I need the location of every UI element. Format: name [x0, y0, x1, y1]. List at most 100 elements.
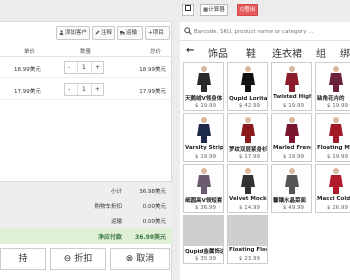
increment-button[interactable]: + — [95, 64, 100, 72]
cart-row[interactable]: 18.99美元 - 1 + 18.99美元 — [0, 57, 172, 78]
net-payable-value: 36.98美元 — [135, 234, 166, 241]
product-card[interactable]: 馨镶水晶菜面 $ 49.99 — [271, 164, 312, 213]
product-image — [189, 167, 219, 195]
cart-row-total: 17.99美元 — [139, 89, 166, 95]
truck-icon — [120, 31, 125, 35]
product-card[interactable]: 缺角花卉的 $ 19.99 — [315, 62, 350, 111]
quantity-stepper[interactable]: - 1 + — [64, 61, 104, 74]
category-tab[interactable]: 饰品 — [208, 45, 228, 60]
quantity-value[interactable]: 1 — [82, 64, 86, 72]
product-price: $ 36.99 — [195, 205, 216, 211]
product-price: $ 49.99 — [283, 205, 304, 211]
product-image — [321, 167, 350, 195]
cart-row-price: 18.99美元 — [14, 67, 41, 73]
shipping-button[interactable]: 运输 — [117, 26, 143, 40]
product-image — [233, 116, 263, 144]
quantity-stepper[interactable]: - 1 + — [64, 83, 104, 96]
product-image — [277, 116, 307, 144]
product-card[interactable]: 天鹅绒V领身体 $ 19.99 — [183, 62, 224, 111]
shipping-total-label: 运输 — [110, 219, 122, 225]
product-card[interactable]: Velvet Mock Ne $ 14.99 — [227, 164, 268, 213]
product-price: $ 19.99 — [283, 154, 304, 160]
cart-row-price: 17.99美元 — [14, 89, 41, 95]
left-header-bar — [0, 0, 172, 22]
product-card[interactable]: Macci Cold S $ 26.99 — [315, 164, 350, 213]
product-card[interactable]: Floating Floock $ 23.99 — [227, 215, 268, 264]
stepper-divider — [77, 62, 78, 73]
calculator-label: 计算器 — [208, 7, 225, 13]
decrement-button[interactable]: - — [68, 86, 70, 94]
square-icon — [185, 5, 191, 11]
quantity-value[interactable]: 1 — [82, 86, 86, 94]
pos-app: 添加客户 注释 运输 +项目 单价 数量 总价 18.99美元 - 1 + 18… — [0, 0, 350, 280]
product-name: Marled French T — [273, 145, 311, 151]
product-price: $ 19.99 — [327, 154, 348, 160]
hold-button[interactable]: 持 — [0, 248, 46, 270]
search-input[interactable] — [194, 25, 348, 38]
product-card[interactable]: Qupid金属饰边 $ 35.99 — [183, 215, 224, 264]
product-card[interactable]: Varsity Stripe J $ 19.99 — [183, 113, 224, 162]
products-panel: ▦计算器 ⏻登出 ← 饰品 鞋 连衣裙 组 绑 天鹅绒V领身体$ 19.99Qu… — [180, 0, 350, 280]
product-price: $ 19.99 — [327, 103, 348, 109]
logout-label: 登出 — [244, 7, 256, 13]
product-card[interactable]: 细圆高V领短套 $ 36.99 — [183, 164, 224, 213]
product-price: $ 23.99 — [239, 256, 260, 262]
product-image-placeholder — [228, 216, 267, 246]
discount-icon: ⊖ — [63, 254, 72, 264]
product-search — [180, 22, 350, 41]
product-card[interactable]: Qupid Lorita高跟$ 42.99 — [227, 62, 268, 111]
cart-row[interactable]: 17.99美元 - 1 + 17.99美元 — [0, 79, 172, 100]
col-qty-header: 数量 — [80, 49, 92, 55]
note-label: 注释 — [101, 30, 113, 36]
product-card[interactable]: Floating Mo $ 19.99 — [315, 113, 350, 162]
category-tabs: ← 饰品 鞋 连衣裙 组 绑 — [180, 44, 350, 60]
back-arrow-icon[interactable]: ← — [186, 45, 194, 56]
category-tab[interactable]: 鞋 — [246, 45, 256, 60]
decrement-button[interactable]: - — [68, 64, 70, 72]
product-name: 缺角花卉的 — [317, 96, 345, 102]
calculator-button[interactable]: ▦计算器 — [200, 4, 228, 16]
product-name: Twisted High-Low — [273, 94, 312, 100]
product-price: $ 35.99 — [195, 256, 216, 262]
cart-table-header: 单价 数量 总价 — [0, 44, 172, 57]
product-name: Macci Cold S — [317, 196, 350, 202]
cancel-button[interactable]: ⊗ 取消 — [110, 248, 170, 270]
product-name: Floating Mo — [317, 145, 350, 151]
cart-discount-label: 购物车折扣 — [94, 204, 122, 210]
product-card[interactable]: Twisted High-Low $ 19.99 — [271, 62, 312, 111]
category-tab[interactable]: 连衣裙 — [272, 45, 302, 60]
category-tab[interactable]: 绑 — [340, 45, 350, 60]
product-name: 天鹅绒V领身体 — [185, 96, 223, 102]
product-image — [277, 65, 307, 93]
product-card[interactable]: 罗纹双层紧身衫 $ 17.99 — [227, 113, 268, 162]
user-icon — [59, 30, 64, 35]
product-image — [233, 167, 263, 195]
add-customer-button[interactable]: 添加客户 — [56, 26, 90, 40]
category-tab[interactable]: 组 — [316, 45, 326, 60]
product-name: Floating Floock — [229, 247, 267, 253]
product-image — [321, 116, 350, 144]
cart-row-total: 18.99美元 — [139, 67, 166, 73]
note-button[interactable]: 注释 — [92, 26, 115, 40]
menu-button[interactable] — [182, 4, 194, 16]
col-total-header: 总价 — [150, 49, 162, 55]
subtotal-line: 小计 36.98美元 — [0, 183, 172, 198]
subtotal-value: 36.98美元 — [139, 189, 166, 195]
product-price: $ 17.99 — [239, 154, 260, 160]
search-icon — [184, 27, 192, 35]
discount-label: 折扣 — [74, 254, 93, 264]
product-name: 馨镶水晶菜面 — [273, 198, 307, 204]
shipping-total-value: 0.00美元 — [142, 219, 166, 225]
product-price: $ 14.99 — [239, 205, 260, 211]
logout-button[interactable]: ⏻登出 — [237, 4, 259, 16]
cart-actions: 持 ⊖ 折扣 ⊗ 取消 — [0, 246, 172, 272]
cart-panel: 添加客户 注释 运输 +项目 单价 数量 总价 18.99美元 - 1 + 18… — [0, 0, 172, 280]
product-name: Velvet Mock Ne — [229, 196, 267, 202]
add-item-button[interactable]: +项目 — [145, 26, 170, 40]
cart-summary: 小计 36.98美元 购物车折扣 0.00美元 运输 0.00美元 净应付款 3… — [0, 181, 172, 244]
product-image — [277, 167, 307, 195]
discount-button[interactable]: ⊖ 折扣 — [50, 248, 106, 270]
product-card[interactable]: Marled French T $ 19.99 — [271, 113, 312, 162]
increment-button[interactable]: + — [95, 86, 100, 94]
product-price: $ 19.99 — [195, 154, 216, 160]
